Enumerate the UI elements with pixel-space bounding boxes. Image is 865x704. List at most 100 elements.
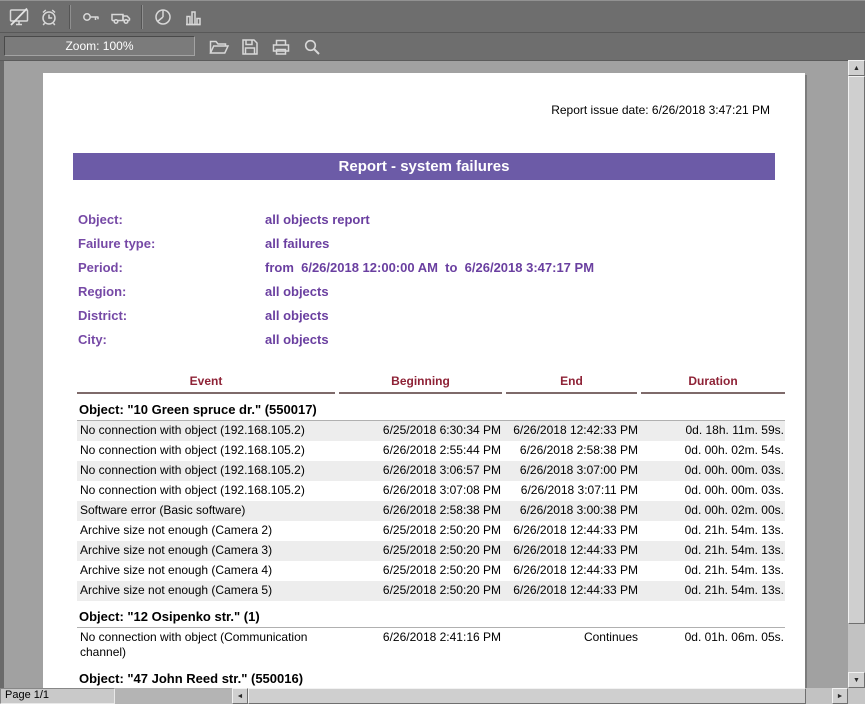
field-label: District: <box>78 308 265 323</box>
field-label: City: <box>78 332 265 347</box>
zoom-control[interactable]: Zoom: 100% <box>4 36 195 56</box>
vehicle-icon <box>110 7 132 27</box>
horizontal-scroll-thumb[interactable] <box>248 688 806 704</box>
table-cell: 6/25/2018 2:50:20 PM <box>339 541 506 561</box>
column-header: Event <box>77 372 335 394</box>
table-cell: 6/26/2018 12:44:33 PM <box>506 581 641 601</box>
table-cell: No connection with object (192.168.105.2… <box>77 421 339 441</box>
report-title: Report - system failures <box>339 158 510 175</box>
table-row: No connection with object (192.168.105.2… <box>77 461 785 481</box>
table-cell: 6/26/2018 2:55:44 PM <box>339 441 506 461</box>
vertical-scroll-thumb[interactable] <box>848 76 865 624</box>
table-header-row: EventBeginningEndDuration <box>77 372 785 394</box>
zoom-label: Zoom: 100% <box>65 39 133 53</box>
scroll-up-button[interactable]: ▲ <box>848 60 865 76</box>
field-value: all objects <box>265 308 329 323</box>
pie-chart-button[interactable] <box>148 3 178 30</box>
group-header: Object: "47 John Reed str." (550016) <box>77 663 785 688</box>
table-cell: No connection with object (192.168.105.2… <box>77 461 339 481</box>
report-canvas: Report issue date: 6/26/2018 3:47:21 PM … <box>0 60 848 688</box>
report-page: Report issue date: 6/26/2018 3:47:21 PM … <box>43 73 805 688</box>
horizontal-scrollbar[interactable]: ◄ ► <box>232 688 848 704</box>
preview-button[interactable] <box>296 34 327 59</box>
table-cell: 6/26/2018 2:58:38 PM <box>506 441 641 461</box>
table-body: Object: "10 Green spruce dr." (550017)No… <box>77 394 785 688</box>
preview-icon <box>302 37 322 57</box>
scroll-right-button[interactable]: ► <box>832 688 848 704</box>
table-cell: No connection with object (192.168.105.2… <box>77 441 339 461</box>
report-toolbar: Zoom: 100% <box>0 33 865 60</box>
table-cell: 0d. 21h. 54m. 13s. <box>641 541 785 561</box>
report-table: EventBeginningEndDuration Object: "10 Gr… <box>77 372 785 688</box>
table-row: Software error (Basic software)6/26/2018… <box>77 501 785 521</box>
scroll-down-button[interactable]: ▼ <box>848 672 865 688</box>
field-label: Period: <box>78 260 265 275</box>
field-value: from 6/26/2018 12:00:00 AM to 6/26/2018 … <box>265 260 594 275</box>
table-row: Archive size not enough (Camera 4)6/25/2… <box>77 561 785 581</box>
scrollbar-corner <box>848 688 865 704</box>
table-row: Archive size not enough (Camera 2)6/25/2… <box>77 521 785 541</box>
vertical-scrollbar[interactable]: ▲ ▼ <box>848 60 865 688</box>
report-field: City:all objects <box>78 327 805 351</box>
table-cell: 6/26/2018 12:44:33 PM <box>506 541 641 561</box>
display-off-button[interactable] <box>4 3 34 30</box>
field-value: all objects report <box>265 212 370 227</box>
vehicle-button[interactable] <box>106 3 136 30</box>
table-cell: 6/26/2018 3:06:57 PM <box>339 461 506 481</box>
table-cell: No connection with object (192.168.105.2… <box>77 481 339 501</box>
table-cell: 6/25/2018 2:50:20 PM <box>339 521 506 541</box>
table-cell: 0d. 00h. 02m. 00s. <box>641 501 785 521</box>
table-cell: 6/26/2018 3:07:00 PM <box>506 461 641 481</box>
report-field: Period:from 6/26/2018 12:00:00 AM to 6/2… <box>78 255 805 279</box>
group-header: Object: "12 Osipenko str." (1) <box>77 601 785 628</box>
table-cell: 6/26/2018 12:44:33 PM <box>506 521 641 541</box>
bar-chart-icon <box>183 7 203 27</box>
table-cell: 6/26/2018 3:07:11 PM <box>506 481 641 501</box>
field-value: all objects <box>265 332 329 347</box>
table-row: No connection with object (192.168.105.2… <box>77 421 785 441</box>
status-bar: Page 1/1 ◄ ► <box>0 688 865 704</box>
alarm-clock-icon <box>39 7 59 27</box>
open-folder-icon <box>208 37 230 57</box>
vertical-scroll-track[interactable] <box>848 76 865 672</box>
table-cell: 0d. 00h. 00m. 03s. <box>641 461 785 481</box>
print-report-button[interactable] <box>265 34 296 59</box>
report-field: District:all objects <box>78 303 805 327</box>
horizontal-scroll-track[interactable] <box>248 688 832 704</box>
table-row: Archive size not enough (Camera 5)6/25/2… <box>77 581 785 601</box>
display-off-icon <box>8 7 30 27</box>
bar-chart-button[interactable] <box>178 3 208 30</box>
report-fields: Object:all objects reportFailure type:al… <box>43 207 805 351</box>
page-indicator-label: Page 1/1 <box>5 689 49 701</box>
table-cell: 0d. 00h. 02m. 54s. <box>641 441 785 461</box>
save-report-button[interactable] <box>234 34 265 59</box>
report-title-banner: Report - system failures <box>73 153 775 180</box>
group-header: Object: "10 Green spruce dr." (550017) <box>77 394 785 421</box>
toolbar-separator <box>69 5 71 29</box>
table-cell: Software error (Basic software) <box>77 501 339 521</box>
table-cell: 0d. 21h. 54m. 13s. <box>641 581 785 601</box>
table-row: No connection with object (Communication… <box>77 628 785 663</box>
column-header: Duration <box>641 372 785 394</box>
report-viewer-window: Zoom: 100% <box>0 0 865 704</box>
table-cell: Archive size not enough (Camera 3) <box>77 541 339 561</box>
field-label: Region: <box>78 284 265 299</box>
pie-chart-icon <box>153 7 173 27</box>
main-toolbar <box>0 0 865 33</box>
alarm-clock-button[interactable] <box>34 3 64 30</box>
open-report-button[interactable] <box>203 34 234 59</box>
scroll-left-button[interactable]: ◄ <box>232 688 248 704</box>
table-cell: 6/26/2018 12:44:33 PM <box>506 561 641 581</box>
print-icon <box>271 37 291 57</box>
report-field: Failure type:all failures <box>78 231 805 255</box>
table-row: Archive size not enough (Camera 3)6/25/2… <box>77 541 785 561</box>
table-row: No connection with object (192.168.105.2… <box>77 441 785 461</box>
field-value: all objects <box>265 284 329 299</box>
table-cell: 0d. 18h. 11m. 59s. <box>641 421 785 441</box>
report-field: Region:all objects <box>78 279 805 303</box>
field-value: all failures <box>265 236 329 251</box>
table-cell: 6/25/2018 6:30:34 PM <box>339 421 506 441</box>
page-indicator: Page 1/1 <box>0 688 115 704</box>
table-cell: 6/26/2018 3:07:08 PM <box>339 481 506 501</box>
key-button[interactable] <box>76 3 106 30</box>
